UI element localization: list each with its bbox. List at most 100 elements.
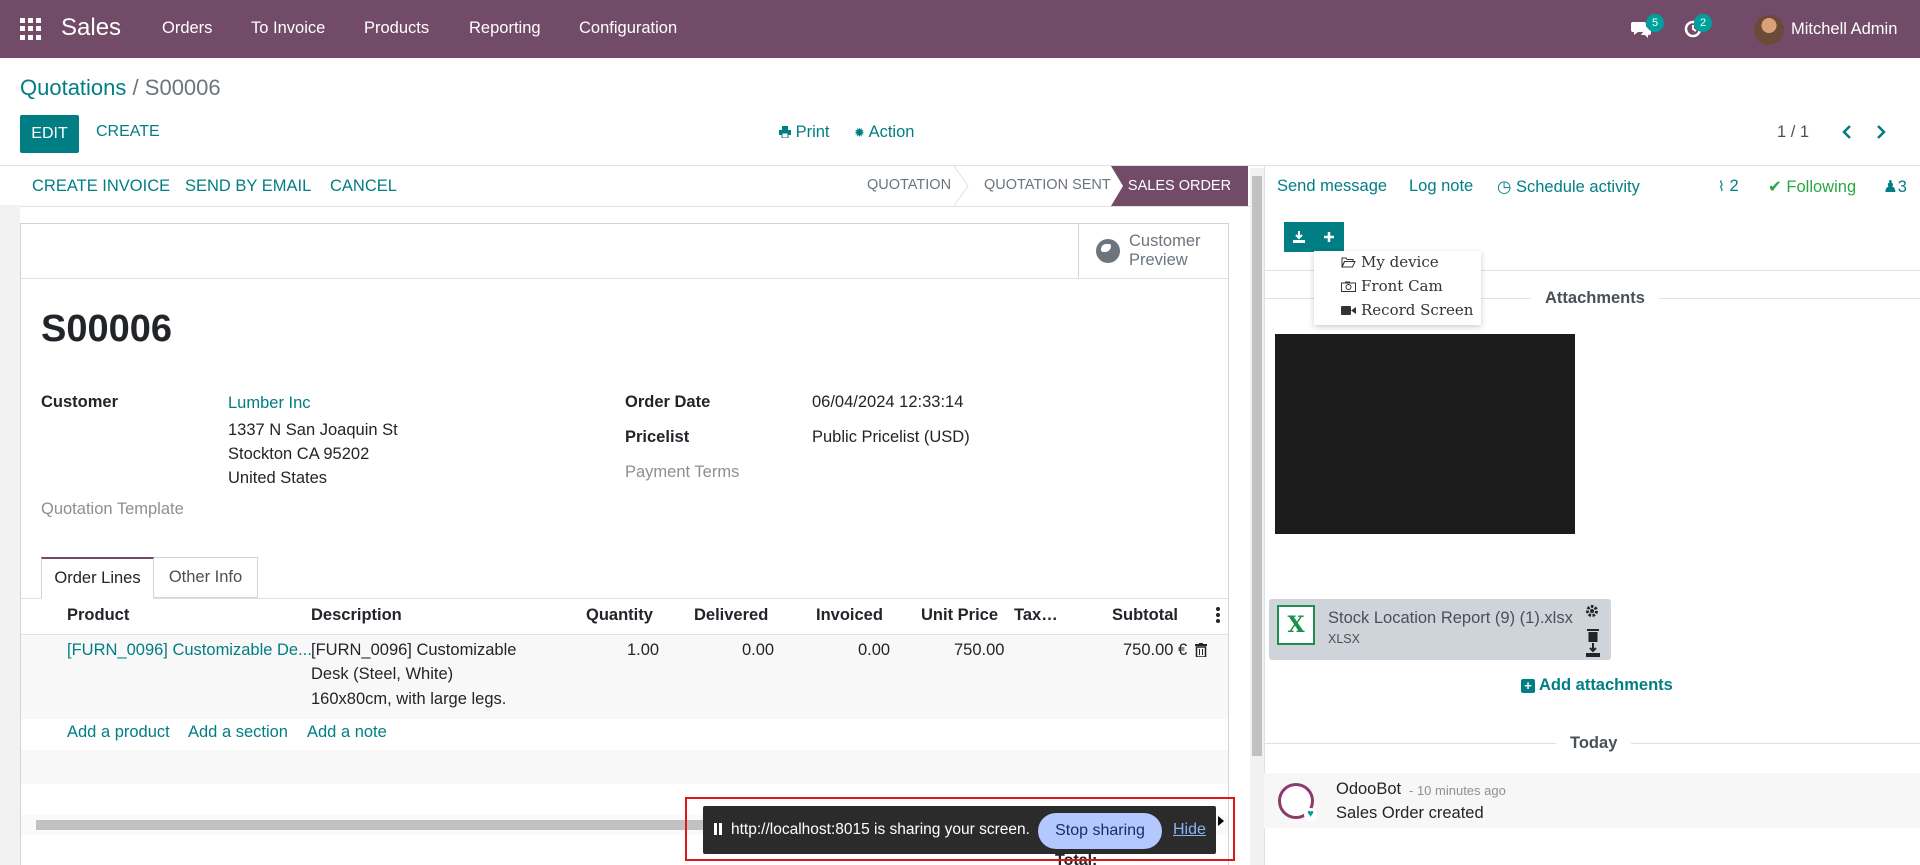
optional-columns-icon[interactable] bbox=[1216, 607, 1220, 623]
horizontal-scrollbar-thumb[interactable] bbox=[36, 820, 711, 830]
menu-item-record-screen[interactable]: Record Screen bbox=[1361, 301, 1473, 319]
send-message-button[interactable]: Send message bbox=[1277, 177, 1387, 196]
attachment-download-icon[interactable] bbox=[1586, 643, 1600, 657]
order-date-value: 06/04/2024 12:33:14 bbox=[812, 393, 964, 411]
stage-quotation-sent[interactable]: QUOTATION SENT bbox=[984, 177, 1111, 193]
excel-file-icon: X bbox=[1277, 605, 1315, 645]
schedule-activity-button[interactable]: ◷ Schedule activity bbox=[1497, 177, 1640, 197]
print-icon bbox=[779, 126, 791, 139]
following-button[interactable]: ✔ Following bbox=[1768, 177, 1856, 197]
add-attachments-button[interactable]: + Add attachments bbox=[1521, 676, 1673, 695]
column-subtotal[interactable]: Subtotal bbox=[1112, 606, 1178, 625]
payment-terms-label: Payment Terms bbox=[625, 463, 740, 481]
menu-item-my-device[interactable]: My device bbox=[1361, 253, 1439, 271]
user-icon: ♟ bbox=[1883, 178, 1898, 196]
vertical-scrollbar[interactable] bbox=[1250, 168, 1264, 865]
tab-other-info[interactable]: Other Info bbox=[154, 557, 258, 598]
file-name: Stock Location Report (9) (1).xlsx bbox=[1328, 609, 1573, 627]
pager-previous-icon[interactable] bbox=[1842, 125, 1852, 139]
button-box-divider bbox=[21, 278, 1228, 279]
attachment-delete-trash-icon[interactable] bbox=[1587, 628, 1599, 642]
menu-orders[interactable]: Orders bbox=[162, 19, 212, 38]
menu-configuration[interactable]: Configuration bbox=[579, 19, 677, 38]
customer-address-line1: 1337 N San Joaquin St bbox=[228, 421, 398, 439]
customer-preview-button[interactable]: Customer Preview bbox=[1078, 224, 1228, 278]
action-button[interactable]: ✹ Action bbox=[854, 123, 914, 142]
app-name[interactable]: Sales bbox=[61, 14, 121, 42]
clock-icon: ◷ bbox=[1497, 178, 1512, 196]
add-upload-button[interactable] bbox=[1314, 222, 1344, 252]
file-attachment-card[interactable]: X Stock Location Report (9) (1).xlsx XLS… bbox=[1269, 599, 1611, 660]
print-label: Print bbox=[795, 123, 830, 141]
customer-link[interactable]: Lumber Inc bbox=[228, 394, 311, 413]
pager-value[interactable]: 1 / 1 bbox=[1777, 123, 1809, 142]
row-delivered: 0.00 bbox=[742, 641, 775, 659]
divider bbox=[0, 206, 1250, 207]
stop-sharing-button[interactable]: Stop sharing bbox=[1038, 813, 1162, 849]
customer-preview-label: Customer Preview bbox=[1129, 232, 1201, 270]
column-delivered[interactable]: Delivered bbox=[694, 606, 768, 625]
column-taxes[interactable]: Tax… bbox=[1014, 606, 1058, 625]
row-product[interactable]: [FURN_0096] Customizable De... bbox=[67, 638, 312, 663]
attachments-title: Attachments bbox=[1531, 289, 1659, 308]
chatter-message: ♥ OdooBot - 10 minutes ago Sales Order c… bbox=[1264, 773, 1920, 828]
row-unit-price: 750.00 bbox=[954, 641, 1005, 659]
vertical-scrollbar-thumb[interactable] bbox=[1252, 176, 1262, 756]
column-description[interactable]: Description bbox=[311, 606, 402, 625]
column-product[interactable]: Product bbox=[67, 606, 129, 625]
menu-item-front-cam[interactable]: Front Cam bbox=[1361, 277, 1443, 295]
add-section-link[interactable]: Add a section bbox=[188, 723, 288, 742]
camera-icon bbox=[1341, 281, 1356, 292]
empty-row bbox=[21, 750, 1228, 784]
send-by-email-button[interactable]: SEND BY EMAIL bbox=[185, 177, 311, 196]
column-unit-price[interactable]: Unit Price bbox=[921, 606, 998, 625]
user-menu[interactable]: Mitchell Admin bbox=[1791, 20, 1897, 39]
menu-to-invoice[interactable]: To Invoice bbox=[251, 19, 325, 38]
apps-menu-icon[interactable] bbox=[20, 18, 42, 40]
activities-badge: 2 bbox=[1694, 14, 1712, 32]
tab-order-lines[interactable]: Order Lines bbox=[41, 557, 154, 599]
gear-icon: ✹ bbox=[854, 125, 865, 140]
edit-button[interactable]: EDIT bbox=[20, 115, 79, 153]
add-note-link[interactable]: Add a note bbox=[307, 723, 387, 742]
user-avatar[interactable] bbox=[1754, 15, 1784, 45]
row-description-line2: Desk (Steel, White) bbox=[311, 665, 454, 683]
cancel-button[interactable]: CANCEL bbox=[330, 177, 397, 196]
message-date: - 10 minutes ago bbox=[1409, 783, 1506, 798]
download-icon bbox=[1293, 231, 1305, 243]
message-author[interactable]: OdooBot bbox=[1336, 780, 1401, 799]
following-label: Following bbox=[1786, 178, 1857, 196]
attachment-settings-gear-icon[interactable] bbox=[1585, 604, 1599, 618]
column-invoiced[interactable]: Invoiced bbox=[816, 606, 883, 625]
pager-next-icon[interactable] bbox=[1876, 125, 1886, 139]
print-button[interactable]: Print bbox=[779, 123, 830, 142]
create-button[interactable]: CREATE bbox=[96, 123, 160, 141]
breadcrumb: Quotations / S00006 bbox=[20, 75, 221, 101]
stage-quotation[interactable]: QUOTATION bbox=[867, 177, 951, 193]
row-quantity: 1.00 bbox=[627, 641, 660, 659]
log-note-button[interactable]: Log note bbox=[1409, 177, 1473, 196]
upload-button[interactable] bbox=[1284, 222, 1314, 252]
upload-source-dropdown: My device Front Cam Record Screen bbox=[1314, 251, 1481, 325]
folder-open-icon bbox=[1341, 257, 1356, 268]
followers-button[interactable]: ♟3 bbox=[1883, 177, 1907, 197]
image-attachment-thumbnail[interactable] bbox=[1275, 334, 1575, 534]
menu-reporting[interactable]: Reporting bbox=[469, 19, 541, 38]
message-body: Sales Order created bbox=[1336, 804, 1484, 822]
customer-preview-line2: Preview bbox=[1129, 251, 1188, 269]
heart-icon: ♥ bbox=[1304, 808, 1317, 821]
attachments-count-button[interactable]: ⌇ 2 bbox=[1718, 177, 1739, 196]
create-invoice-button[interactable]: CREATE INVOICE bbox=[32, 177, 170, 196]
stage-sales-order: SALES ORDER bbox=[1111, 166, 1248, 206]
scroll-right-arrow-icon[interactable] bbox=[1218, 816, 1224, 826]
breadcrumb-quotations[interactable]: Quotations bbox=[20, 75, 126, 100]
hide-share-bar-link[interactable]: Hide bbox=[1173, 821, 1206, 839]
today-separator: Today bbox=[1556, 734, 1632, 753]
add-product-link[interactable]: Add a product bbox=[67, 723, 170, 742]
column-quantity[interactable]: Quantity bbox=[586, 606, 653, 625]
menu-products[interactable]: Products bbox=[364, 19, 429, 38]
pause-icon bbox=[714, 823, 722, 835]
pricelist-label: Pricelist bbox=[625, 428, 690, 446]
delete-line-icon[interactable] bbox=[1195, 643, 1207, 657]
breadcrumb-separator: / bbox=[132, 75, 139, 100]
